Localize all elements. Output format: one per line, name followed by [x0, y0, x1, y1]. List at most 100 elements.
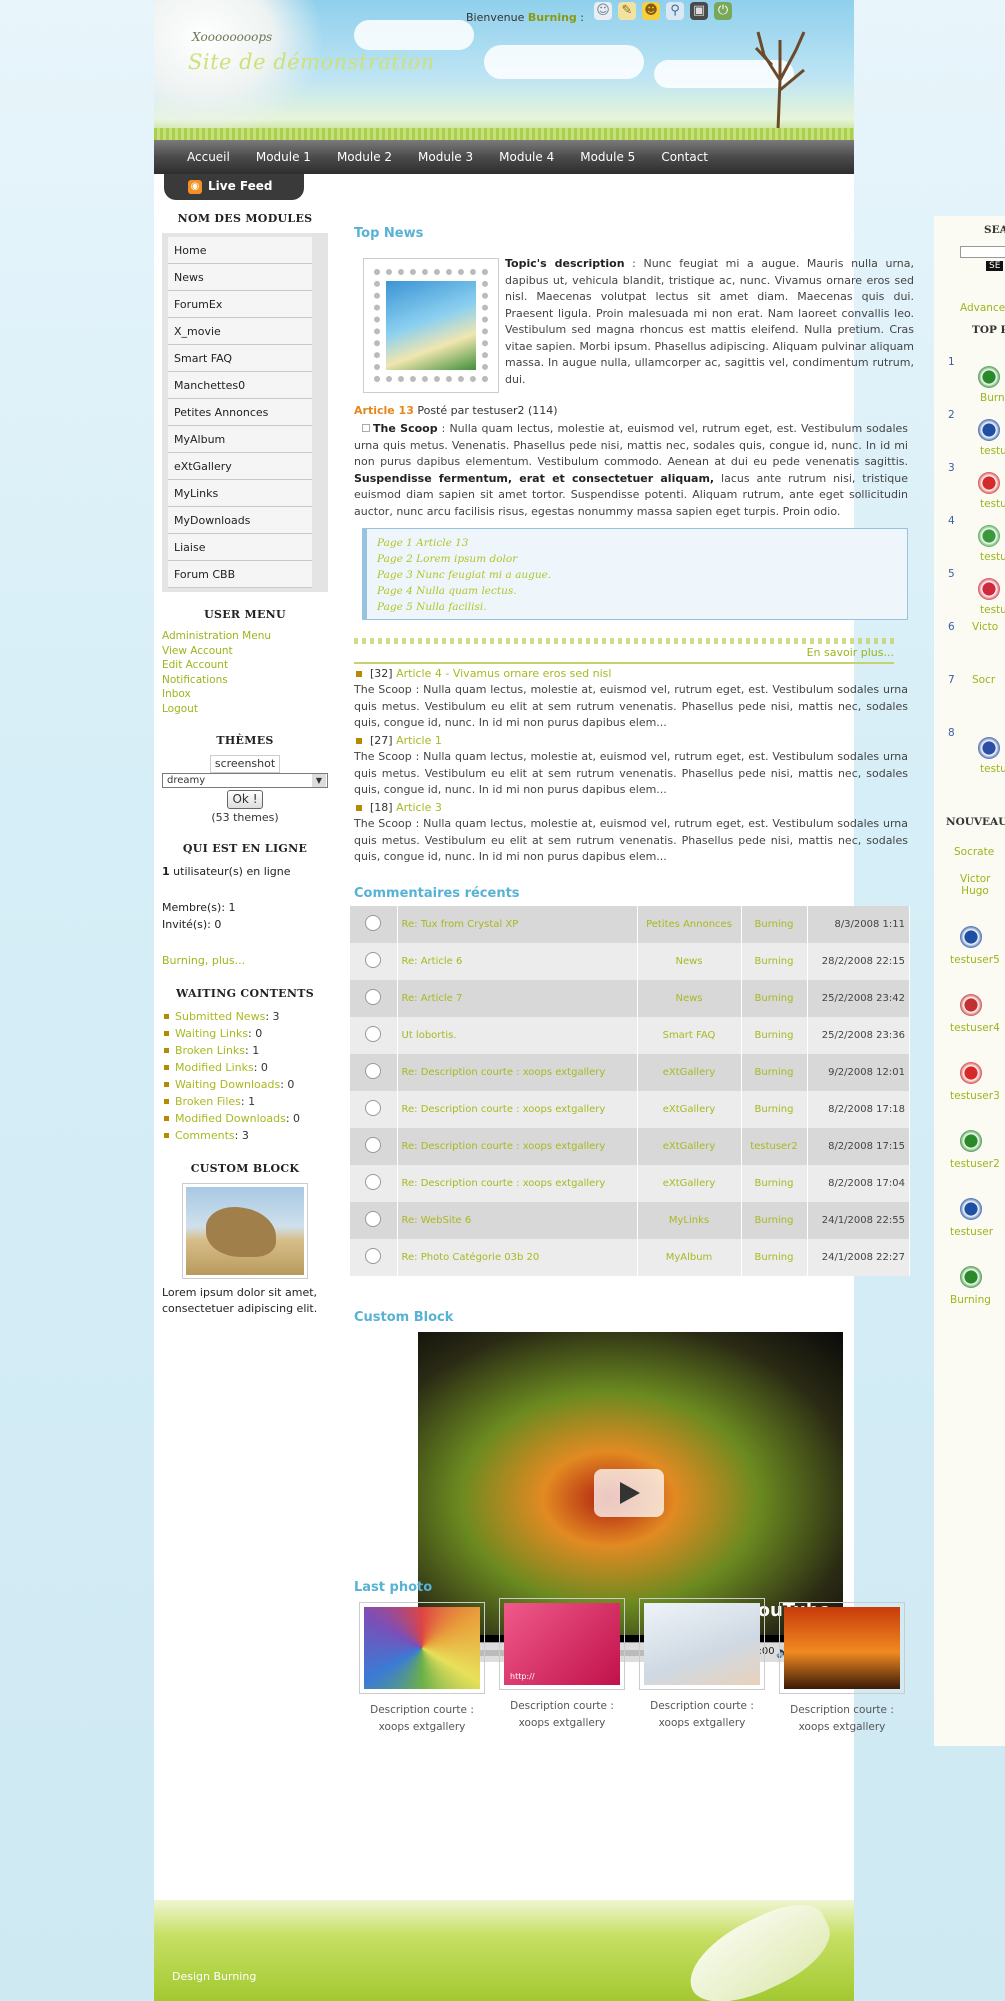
comment-user-link[interactable]: Burning — [741, 943, 808, 980]
waiting-item[interactable]: Broken Files: 1 — [162, 1093, 328, 1110]
top-poster-name[interactable]: testu — [980, 551, 1005, 563]
user-menu-notifications[interactable]: Notifications — [162, 673, 328, 688]
search-button[interactable]: SE — [986, 261, 1004, 271]
module-link-mydownloads[interactable]: MyDownloads — [168, 507, 312, 534]
page-link-4[interactable]: Page 4 Nulla quam lectus. — [377, 583, 897, 599]
comment-title-link[interactable]: Re: Description courte : xoops extgaller… — [397, 1128, 638, 1165]
module-link-x-movie[interactable]: X_movie — [168, 318, 312, 345]
module-link-petites-annonces[interactable]: Petites Annonces — [168, 399, 312, 426]
play-overlay-icon[interactable] — [594, 1469, 664, 1517]
comment-module-link[interactable]: eXtGallery — [637, 1128, 742, 1165]
user-menu-logout[interactable]: Logout — [162, 702, 328, 717]
smiley-icon[interactable]: ☻ — [642, 2, 660, 20]
module-link-home[interactable]: Home — [168, 237, 312, 264]
news-item-link[interactable]: Article 4 - Vivamus ornare eros sed nisl — [396, 667, 611, 680]
photo-thumb[interactable]: Description courte : xoops extgallery — [639, 1598, 765, 1732]
waiting-item[interactable]: Broken Links: 1 — [162, 1042, 328, 1059]
comment-module-link[interactable]: eXtGallery — [637, 1165, 742, 1202]
new-member-name[interactable]: testuser4 — [950, 1022, 1000, 1034]
comment-module-link[interactable]: News — [637, 943, 742, 980]
comment-module-link[interactable]: News — [637, 980, 742, 1017]
comment-user-link[interactable]: testuser2 — [741, 1128, 808, 1165]
comment-user-link[interactable]: Burning — [741, 1202, 808, 1239]
user-icon[interactable]: ☺ — [594, 2, 612, 20]
comment-user-link[interactable]: Burning — [741, 1017, 808, 1054]
waiting-item[interactable]: Modified Downloads: 0 — [162, 1110, 328, 1127]
module-link-news[interactable]: News — [168, 264, 312, 291]
comment-module-link[interactable]: MyAlbum — [637, 1239, 742, 1276]
nav-item-module-2[interactable]: Module 2 — [324, 140, 405, 174]
module-link-extgallery[interactable]: eXtGallery — [168, 453, 312, 480]
comment-title-link[interactable]: Re: Description courte : xoops extgaller… — [397, 1091, 638, 1128]
image-icon[interactable]: ▣ — [690, 2, 708, 20]
new-member-name[interactable]: testuser2 — [950, 1158, 1000, 1170]
comment-title-link[interactable]: Re: Article 7 — [397, 980, 638, 1017]
module-link-forum-cbb[interactable]: Forum CBB — [168, 561, 312, 588]
comment-module-link[interactable]: Petites Annonces — [637, 906, 742, 943]
comment-title-link[interactable]: Re: WebSite 6 — [397, 1202, 638, 1239]
waiting-item[interactable]: Modified Links: 0 — [162, 1059, 328, 1076]
topic-image[interactable] — [363, 258, 499, 393]
online-more-link[interactable]: , plus... — [205, 954, 245, 967]
logout-icon[interactable]: ⏻ — [714, 2, 732, 20]
nav-item-contact[interactable]: Contact — [648, 140, 721, 174]
module-link-smart-faq[interactable]: Smart FAQ — [168, 345, 312, 372]
comment-title-link[interactable]: Re: Photo Catégorie 03b 20 — [397, 1239, 638, 1276]
user-menu-edit-account[interactable]: Edit Account — [162, 658, 328, 673]
comment-title-link[interactable]: Re: Tux from Crystal XP — [397, 906, 638, 943]
module-link-mylinks[interactable]: MyLinks — [168, 480, 312, 507]
page-link-1[interactable]: Page 1 Article 13 — [377, 535, 897, 551]
nav-item-module-3[interactable]: Module 3 — [405, 140, 486, 174]
search-icon[interactable]: ⚲ — [666, 2, 684, 20]
top-poster-name[interactable]: testu — [980, 604, 1005, 616]
online-user-link[interactable]: Burning — [162, 954, 205, 967]
new-member-name[interactable]: testuser3 — [950, 1090, 1000, 1102]
page-link-5[interactable]: Page 5 Nulla facilisi. — [377, 599, 897, 615]
new-member-name[interactable]: testuser5 — [950, 954, 1000, 966]
new-member-name[interactable]: testuser — [950, 1226, 993, 1238]
module-link-manchettes[interactable]: Manchettes0 — [168, 372, 312, 399]
comment-user-link[interactable]: Burning — [741, 1054, 808, 1091]
comment-user-link[interactable]: Burning — [741, 1165, 808, 1202]
nav-item-accueil[interactable]: Accueil — [174, 140, 243, 174]
site-title[interactable]: Site de démonstration — [188, 50, 435, 74]
comment-user-link[interactable]: Burning — [741, 1091, 808, 1128]
top-poster-name[interactable]: Socr — [972, 674, 995, 686]
new-member-name[interactable]: Socrate — [954, 846, 994, 858]
photo-thumb[interactable]: Description courte : xoops extgallery — [779, 1602, 905, 1736]
search-input[interactable] — [960, 246, 1005, 258]
nav-item-module-1[interactable]: Module 1 — [243, 140, 324, 174]
comment-module-link[interactable]: MyLinks — [637, 1202, 742, 1239]
page-link-3[interactable]: Page 3 Nunc feugiat mi a augue. — [377, 567, 897, 583]
photo-thumb[interactable]: Description courte : xoops extgallery — [359, 1602, 485, 1736]
edit-icon[interactable]: ✎ — [618, 2, 636, 20]
module-link-myalbum[interactable]: MyAlbum — [168, 426, 312, 453]
top-poster-name[interactable]: testu — [980, 445, 1005, 457]
user-menu-inbox[interactable]: Inbox — [162, 687, 328, 702]
user-menu-admin[interactable]: Administration Menu — [162, 629, 328, 644]
advanced-search-link[interactable]: Advance — [960, 302, 1005, 314]
comment-module-link[interactable]: eXtGallery — [637, 1054, 742, 1091]
top-poster-name[interactable]: testu — [980, 498, 1005, 510]
comment-title-link[interactable]: Re: Description courte : xoops extgaller… — [397, 1054, 638, 1091]
top-poster-name[interactable]: Burni — [980, 392, 1005, 404]
comment-title-link[interactable]: Ut lobortis. — [397, 1017, 638, 1054]
comment-user-link[interactable]: Burning — [741, 980, 808, 1017]
comment-module-link[interactable]: eXtGallery — [637, 1091, 742, 1128]
news-item-link[interactable]: Article 1 — [396, 734, 442, 747]
new-member-name[interactable]: Burning — [950, 1294, 991, 1306]
nav-item-module-5[interactable]: Module 5 — [567, 140, 648, 174]
page-link-2[interactable]: Page 2 Lorem ipsum dolor — [377, 551, 897, 567]
article-title-link[interactable]: Article 13 — [354, 404, 414, 417]
welcome-username[interactable]: Burning — [528, 11, 577, 24]
live-feed-button[interactable]: ◉ Live Feed — [164, 174, 304, 200]
module-link-forumex[interactable]: ForumEx — [168, 291, 312, 318]
comment-title-link[interactable]: Re: Article 6 — [397, 943, 638, 980]
comment-user-link[interactable]: Burning — [741, 906, 808, 943]
nav-item-module-4[interactable]: Module 4 — [486, 140, 567, 174]
top-poster-name[interactable]: testu — [980, 763, 1005, 775]
news-item-link[interactable]: Article 3 — [396, 801, 442, 814]
waiting-item[interactable]: Waiting Downloads: 0 — [162, 1076, 328, 1093]
user-menu-view-account[interactable]: View Account — [162, 644, 328, 659]
top-poster-name[interactable]: Victo — [972, 621, 998, 633]
